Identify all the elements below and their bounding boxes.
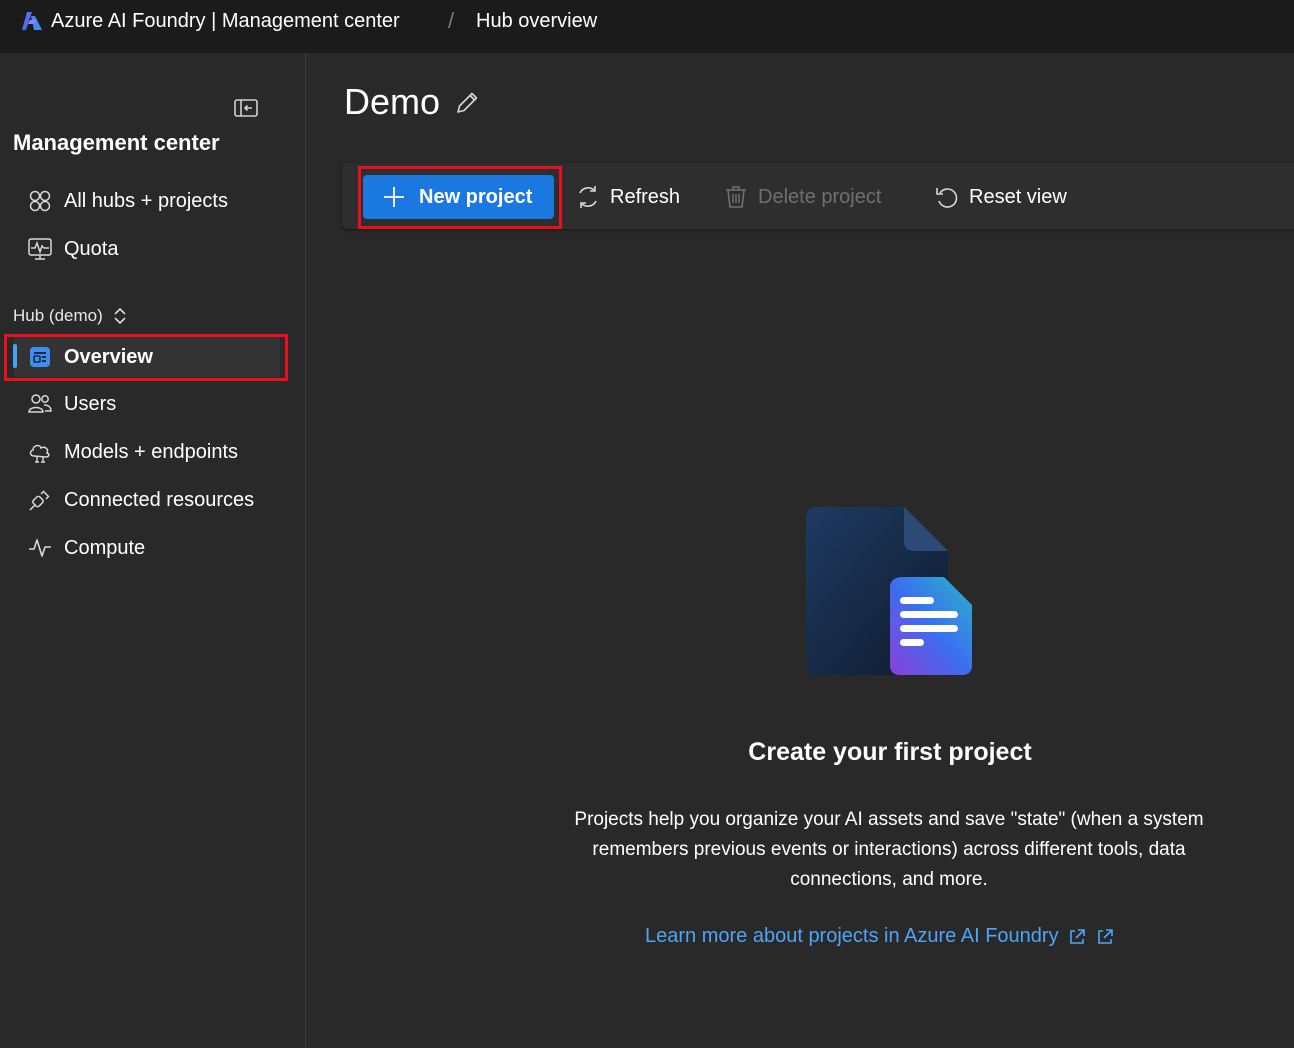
delete-project-button[interactable]: Delete project xyxy=(722,179,881,215)
sidebar-item-quota[interactable]: Quota xyxy=(14,229,280,269)
refresh-button[interactable]: Refresh xyxy=(574,179,680,215)
refresh-icon xyxy=(579,186,597,208)
pulse-icon xyxy=(26,534,54,562)
quota-icon xyxy=(26,235,54,263)
reset-view-label: Reset view xyxy=(969,185,1067,208)
main-content: Demo New project Refresh Delete project xyxy=(307,53,1294,1048)
undo-icon xyxy=(936,188,958,208)
sidebar-item-label: Quota xyxy=(64,237,119,260)
sidebar-item-label: Connected resources xyxy=(64,488,255,511)
azure-ai-foundry-logo-icon[interactable] xyxy=(21,10,43,32)
sidebar-item-label: Models + endpoints xyxy=(64,440,239,463)
cloud-icon xyxy=(26,438,54,466)
sidebar-item-compute[interactable]: Compute xyxy=(14,528,280,568)
sidebar-item-label: All hubs + projects xyxy=(64,189,228,212)
sidebar-item-users[interactable]: Users xyxy=(14,384,280,424)
empty-state-description: Projects help you organize your AI asset… xyxy=(574,809,1204,890)
refresh-label: Refresh xyxy=(610,185,681,208)
hub-selector[interactable]: Hub (demo) xyxy=(13,305,129,327)
sidebar: Management center All hubs + projects Qu… xyxy=(0,53,306,1048)
external-link-icon xyxy=(1069,928,1085,944)
highlight-box-overview xyxy=(4,334,288,381)
highlight-box-new-project xyxy=(358,166,562,229)
grid-icon xyxy=(26,187,54,215)
plug-icon xyxy=(26,486,54,514)
delete-project-label: Delete project xyxy=(758,185,882,208)
sidebar-item-connected-resources[interactable]: Connected resources xyxy=(14,480,280,520)
reset-view-button[interactable]: Reset view xyxy=(933,179,1067,215)
learn-more-link-label: Learn more about projects in Azure AI Fo… xyxy=(645,925,1059,947)
sidebar-item-label: Compute xyxy=(64,536,146,559)
edit-pencil-icon[interactable] xyxy=(453,89,481,117)
users-icon xyxy=(26,390,54,418)
learn-more-link[interactable]: Learn more about projects in Azure AI Fo… xyxy=(645,925,1115,948)
breadcrumb-separator: / xyxy=(448,8,455,33)
sidebar-item-label: Users xyxy=(64,392,117,415)
hub-label: Hub (demo) xyxy=(13,306,103,325)
empty-state-title: Create your first project xyxy=(748,738,1032,766)
breadcrumb-current-page: Hub overview xyxy=(476,10,598,32)
external-link-icon xyxy=(1097,928,1113,944)
sidebar-item-models-endpoints[interactable]: Models + endpoints xyxy=(14,432,280,472)
chevron-up-down-icon xyxy=(114,307,126,325)
sidebar-item-all-hubs-projects[interactable]: All hubs + projects xyxy=(14,181,280,221)
app-title[interactable]: Azure AI Foundry | Management center xyxy=(51,10,400,33)
sidebar-title: Management center xyxy=(13,130,220,155)
top-bar: Azure AI Foundry | Management center / H… xyxy=(0,0,1294,53)
page-title: Demo xyxy=(344,81,441,122)
collapse-sidebar-icon[interactable] xyxy=(233,97,259,119)
project-document-illustration xyxy=(806,507,972,675)
trash-icon xyxy=(726,186,746,208)
